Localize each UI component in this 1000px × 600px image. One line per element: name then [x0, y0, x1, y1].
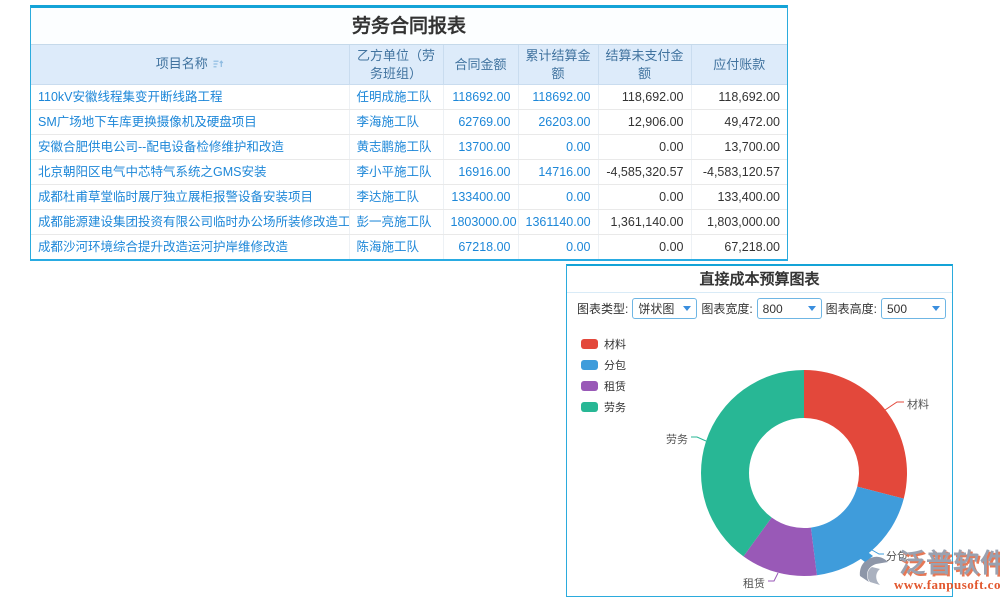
payable-amount: 13,700.00	[691, 135, 787, 160]
report-table: 项目名称 乙方单位（劳务班组） 合同金额 累计结算金额 结算未支付金额 应付账款…	[31, 45, 787, 259]
contract-amount: 62769.00	[443, 110, 518, 135]
unpaid-amount: 0.00	[598, 135, 691, 160]
payable-amount: 1,803,000.00	[691, 210, 787, 235]
project-name-link[interactable]: SM广场地下车库更换摄像机及硬盘项目	[31, 110, 349, 135]
table-row: 成都能源建设集团投资有限公司临时办公场所装修改造工程EPC 彭一亮施工队 180…	[31, 210, 787, 235]
watermark-brand: 泛普软件	[899, 549, 1000, 578]
chart-type-label: 图表类型:	[577, 300, 628, 317]
column-header-team[interactable]: 乙方单位（劳务班组）	[349, 45, 443, 85]
unpaid-amount: 118,692.00	[598, 85, 691, 110]
legend-item-subcontract[interactable]: 分包	[581, 357, 626, 373]
chart-legend: 材料 分包 租赁 劳务	[581, 336, 626, 420]
column-header-project[interactable]: 项目名称	[31, 45, 349, 85]
chart-width-select[interactable]: 800	[757, 298, 822, 319]
table-row: 北京朝阳区电气中芯特气系统之GMS安装 李小平施工队 16916.00 1471…	[31, 160, 787, 185]
settled-amount: 0.00	[518, 135, 598, 160]
project-name-link[interactable]: 110kV安徽线程集变开断线路工程	[31, 85, 349, 110]
unpaid-amount: -4,585,320.57	[598, 160, 691, 185]
team-link[interactable]: 李小平施工队	[349, 160, 443, 185]
table-row: 110kV安徽线程集变开断线路工程 任明成施工队 118692.00 11869…	[31, 85, 787, 110]
team-link[interactable]: 陈海施工队	[349, 235, 443, 260]
legend-item-labor[interactable]: 劳务	[581, 399, 626, 415]
sort-icon[interactable]	[212, 57, 224, 75]
slice-label-materials: 材料	[907, 396, 929, 412]
team-link[interactable]: 彭一亮施工队	[349, 210, 443, 235]
chart-width-label: 图表宽度:	[701, 300, 752, 317]
unpaid-amount: 1,361,140.00	[598, 210, 691, 235]
settled-amount: 0.00	[518, 185, 598, 210]
legend-swatch-subcontract	[581, 360, 598, 370]
contract-amount: 67218.00	[443, 235, 518, 260]
team-link[interactable]: 李达施工队	[349, 185, 443, 210]
callout-line-rental	[768, 573, 778, 581]
chart-title: 直接成本预算图表	[567, 266, 952, 293]
table-row: 安徽合肥供电公司--配电设备检修维护和改造 黄志鹏施工队 13700.00 0.…	[31, 135, 787, 160]
watermark-url[interactable]: www.fanpusoft.com	[894, 577, 1000, 593]
contract-amount: 1803000.00	[443, 210, 518, 235]
column-header-settled-amount[interactable]: 累计结算金额	[518, 45, 598, 85]
legend-swatch-materials	[581, 339, 598, 349]
team-link[interactable]: 任明成施工队	[349, 85, 443, 110]
donut-slices	[701, 370, 907, 576]
contract-amount: 16916.00	[443, 160, 518, 185]
payable-amount: 49,472.00	[691, 110, 787, 135]
settled-amount: 118692.00	[518, 85, 598, 110]
report-title: 劳务合同报表	[31, 8, 787, 45]
column-header-unpaid-amount[interactable]: 结算未支付金额	[598, 45, 691, 85]
chevron-down-icon	[683, 306, 691, 311]
legend-swatch-labor	[581, 402, 598, 412]
callout-line-labor	[691, 437, 706, 441]
settled-amount: 14716.00	[518, 160, 598, 185]
column-header-contract-amount[interactable]: 合同金额	[443, 45, 518, 85]
settled-amount: 26203.00	[518, 110, 598, 135]
project-name-link[interactable]: 成都沙河环境综合提升改造运河护岸维修改造	[31, 235, 349, 260]
slice-label-rental: 租赁	[743, 575, 765, 591]
table-header-row: 项目名称 乙方单位（劳务班组） 合同金额 累计结算金额 结算未支付金额 应付账款	[31, 45, 787, 85]
unpaid-amount: 12,906.00	[598, 110, 691, 135]
payable-amount: -4,583,120.57	[691, 160, 787, 185]
team-link[interactable]: 李海施工队	[349, 110, 443, 135]
payable-amount: 67,218.00	[691, 235, 787, 260]
table-row: 成都沙河环境综合提升改造运河护岸维修改造 陈海施工队 67218.00 0.00…	[31, 235, 787, 260]
settled-amount: 1361140.00	[518, 210, 598, 235]
project-name-link[interactable]: 成都杜甫草堂临时展厅独立展柜报警设备安装项目	[31, 185, 349, 210]
fanpu-logo-icon	[856, 549, 892, 589]
chart-height-select[interactable]: 500	[881, 298, 946, 319]
watermark: 泛普软件 www.fanpusoft.com	[856, 549, 1000, 593]
chevron-down-icon	[932, 306, 940, 311]
payable-amount: 118,692.00	[691, 85, 787, 110]
project-name-link[interactable]: 成都能源建设集团投资有限公司临时办公场所装修改造工程EPC	[31, 210, 349, 235]
chart-controls: 图表类型: 饼状图 图表宽度: 800 图表高度: 500	[567, 293, 952, 324]
contract-amount: 118692.00	[443, 85, 518, 110]
contract-amount: 13700.00	[443, 135, 518, 160]
legend-item-rental[interactable]: 租赁	[581, 378, 626, 394]
legend-swatch-rental	[581, 381, 598, 391]
cost-budget-chart-panel: 直接成本预算图表 图表类型: 饼状图 图表宽度: 800 图表高度: 500	[566, 264, 953, 597]
chart-height-label: 图表高度:	[826, 300, 877, 317]
table-row: SM广场地下车库更换摄像机及硬盘项目 李海施工队 62769.00 26203.…	[31, 110, 787, 135]
column-header-payable[interactable]: 应付账款	[691, 45, 787, 85]
slice-label-labor: 劳务	[666, 431, 688, 447]
settled-amount: 0.00	[518, 235, 598, 260]
legend-item-materials[interactable]: 材料	[581, 336, 626, 352]
chevron-down-icon	[808, 306, 816, 311]
unpaid-amount: 0.00	[598, 185, 691, 210]
project-name-link[interactable]: 安徽合肥供电公司--配电设备检修维护和改造	[31, 135, 349, 160]
callout-line-materials	[885, 402, 904, 410]
team-link[interactable]: 黄志鹏施工队	[349, 135, 443, 160]
table-row: 成都杜甫草堂临时展厅独立展柜报警设备安装项目 李达施工队 133400.00 0…	[31, 185, 787, 210]
chart-type-select[interactable]: 饼状图	[632, 298, 697, 319]
unpaid-amount: 0.00	[598, 235, 691, 260]
project-name-link[interactable]: 北京朝阳区电气中芯特气系统之GMS安装	[31, 160, 349, 185]
payable-amount: 133,400.00	[691, 185, 787, 210]
contract-amount: 133400.00	[443, 185, 518, 210]
labor-contract-report-panel: 劳务合同报表 项目名称 乙方单位（劳务班组） 合同金额 累计结算金额 结算未支付…	[30, 5, 788, 261]
